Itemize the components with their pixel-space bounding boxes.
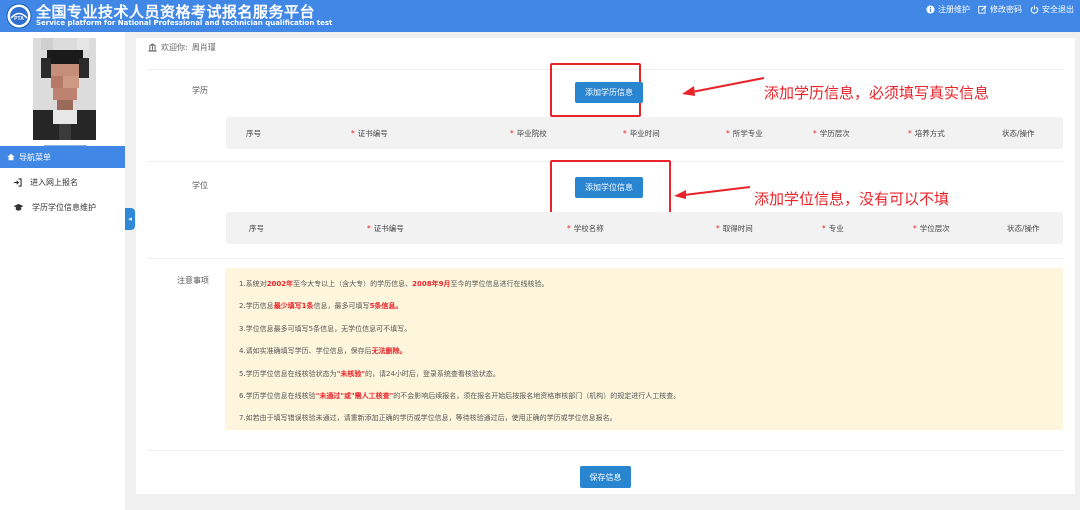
sidebar-item-online-registration[interactable]: 进入网上报名: [0, 170, 125, 194]
bank-icon: [148, 43, 157, 52]
notice-text-segment: 2.学历信息: [239, 302, 274, 311]
notice-text-segment: 4.请如实准确填写学历、学位信息，保存后: [239, 347, 372, 356]
notice-text-segment: 6.学历学位信息在线核验: [239, 391, 316, 400]
notice-line: 7.如若由于填写错误核验未通过，请重新添加正确的学历或学位信息，等待核验通过后，…: [239, 412, 1063, 434]
education-annotation-arrow-icon: [682, 77, 765, 96]
sidebar-item-education-maintenance[interactable]: 学历学位信息维护: [0, 195, 125, 219]
notice-text-segment: 信息，最多可填写: [313, 302, 370, 311]
notice-box: 1.系统对2002年至今大专以上（含大专）的学历信息、2008年9月至今的学位信…: [225, 268, 1063, 430]
register-maintain-label: 注册维护: [938, 5, 970, 14]
top-header: PTA 全国专业技术人员资格考试报名服务平台 Service platform …: [0, 0, 1080, 32]
column-header: * 取得时间: [716, 223, 753, 233]
welcome-bar: 欢迎你: 周肖瑾: [148, 42, 216, 53]
graduation-cap-icon: [13, 203, 24, 211]
power-icon: [1030, 5, 1039, 14]
notice-section-label: 注意事项: [177, 276, 209, 285]
notice-text-segment: 3.学位信息最多可填写5条信息，无学位信息可不填写。: [239, 324, 412, 333]
change-password-label: 修改密码: [990, 5, 1022, 14]
education-annotation: 添加学历信息，必须填写真实信息: [764, 84, 990, 102]
nav-menu-header: 导航菜单: [0, 146, 125, 168]
column-header: * 培养方式: [908, 128, 945, 138]
pta-logo-icon: PTA: [6, 3, 32, 29]
register-maintain-link[interactable]: 注册维护: [926, 4, 970, 15]
logout-label: 安全退出: [1042, 5, 1074, 14]
add-education-button[interactable]: 添加学历信息: [575, 82, 643, 103]
welcome-prefix: 欢迎你:: [161, 43, 188, 52]
notice-text-segment: 无法删除。: [371, 347, 407, 356]
column-header: * 毕业时间: [623, 128, 660, 138]
degree-annotation: 添加学位信息，没有可以不填: [754, 190, 950, 208]
notice-text-segment: "未通过"或"需人工核查": [315, 391, 394, 400]
main-panel: 欢迎你: 周肖瑾 学历 添加学历信息 添加学历信息，必须填写真实信息 序号 * 证…: [136, 38, 1075, 494]
notice-text-segment: 5.学历学位信息在线核验状态为: [239, 369, 337, 378]
notice-text-segment: "未核验": [336, 369, 365, 378]
column-header: * 学位层次: [913, 223, 950, 233]
edit-icon: [978, 5, 987, 14]
education-section-label: 学历: [192, 86, 208, 95]
education-table-header: 序号 * 证书编号 * 毕业院校 * 毕业时间 * 所学专业 * 学历层次 * 培养方式 状…: [226, 117, 1063, 149]
sign-in-icon: [13, 177, 22, 187]
notice-line: 4.请如实准确填写学历、学位信息，保存后无法删除。: [239, 345, 1063, 367]
degree-table-header: 序号 * 证书编号 * 学校名称 * 取得时间 * 专业 * 学位层次 状态/操作: [226, 212, 1063, 244]
degree-annotation-arrow-icon: [674, 186, 751, 199]
column-header: 序号: [246, 128, 261, 138]
column-header: 序号: [249, 223, 264, 233]
nav-menu-title: 导航菜单: [19, 152, 51, 162]
notice-line: 3.学位信息最多可填写5条信息，无学位信息可不填写。: [239, 323, 1063, 345]
notice-text-segment: 至今的学位信息进行在线核验。: [450, 280, 549, 288]
notice-text-segment: 5条信息。: [369, 302, 403, 311]
column-header: * 证书编号: [351, 128, 388, 138]
home-icon: [7, 153, 15, 161]
column-header: * 专业: [822, 223, 844, 233]
notice-line: 1.系统对2002年至今大专以上（含大专）的学历信息、2008年9月至今的学位信…: [239, 278, 1063, 300]
notice-line: 5.学历学位信息在线核验状态为"未核验"的，请24小时后，登录系统查看核验状态。: [239, 368, 1063, 390]
info-icon: [926, 5, 935, 14]
logout-link[interactable]: 安全退出: [1030, 4, 1074, 15]
notice-text-segment: 的，请24小时后，登录系统查看核验状态。: [364, 369, 500, 378]
sidebar: 导航菜单 进入网上报名 学历学位信息维护: [0, 32, 125, 510]
column-header: * 学校名称: [567, 223, 604, 233]
notice-text-segment: 的不会影响后续报名，须在报名开始后按报名地资格审核部门（机构）的规定进行人工核查…: [393, 391, 681, 400]
sidebar-item-label: 学历学位信息维护: [32, 202, 96, 212]
welcome-username: 周肖瑾: [191, 43, 216, 52]
notice-line: 6.学历学位信息在线核验"未通过"或"需人工核查"的不会影响后续报名，须在报名开…: [239, 390, 1063, 412]
notice-text-segment: 1.系统对: [239, 280, 267, 288]
save-info-button[interactable]: 保存信息: [580, 466, 631, 488]
change-password-link[interactable]: 修改密码: [978, 4, 1022, 15]
notice-text-segment: 至今大专以上（含大专）的学历信息、: [293, 280, 413, 288]
column-header: * 所学专业: [726, 128, 763, 138]
notice-text-segment: 7.如若由于填写错误核验未通过，请重新添加正确的学历或学位信息，等待核验通过后，…: [239, 414, 617, 423]
degree-section-label: 学位: [192, 181, 208, 190]
column-header: * 学历层次: [813, 128, 850, 138]
avatar: [33, 38, 96, 140]
column-header: 状态/操作: [1007, 223, 1040, 233]
notice-text-segment: 2008年9月: [412, 280, 451, 288]
column-header: 状态/操作: [1002, 128, 1035, 138]
svg-text:PTA: PTA: [14, 16, 24, 22]
site-subtitle: Service platform for National Profession…: [36, 19, 333, 27]
sidebar-item-label: 进入网上报名: [30, 177, 78, 187]
sidebar-collapse-toggle[interactable]: ◂: [125, 208, 135, 230]
add-degree-button[interactable]: 添加学位信息: [575, 177, 643, 198]
column-header: * 证书编号: [367, 223, 404, 233]
column-header: * 毕业院校: [510, 128, 547, 138]
notice-line: 2.学历信息最少填写1条信息，最多可填写5条信息。: [239, 300, 1063, 322]
notice-text-segment: 最少填写1条: [273, 302, 314, 311]
notice-text-segment: 2002年: [266, 280, 294, 288]
header-links: 注册维护 修改密码 安全退出: [926, 4, 1074, 15]
